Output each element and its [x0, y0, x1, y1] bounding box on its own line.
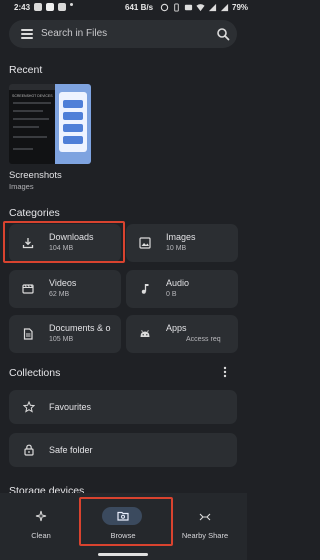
category-audio[interactable]: Audio 0 B	[126, 270, 238, 308]
thumbnail-line	[13, 126, 39, 128]
recent-screenshot-thumbnail[interactable]: SCREENSHOT DEVICES	[9, 84, 91, 164]
thumbnail-toolbar	[9, 84, 55, 90]
category-documents[interactable]: Documents & o 105 MB	[9, 315, 121, 353]
nearby-share-icon	[199, 513, 211, 521]
collection-favourites[interactable]: Favourites	[9, 390, 237, 424]
signal-icon	[208, 3, 217, 12]
search-icon[interactable]	[216, 27, 230, 41]
nav-nearby-share[interactable]: Nearby Share	[164, 497, 246, 557]
thumbnail-line	[13, 118, 49, 120]
category-size: 62 MB	[49, 291, 70, 298]
wifi-icon	[196, 4, 205, 12]
recent-item-subtitle: Images	[9, 182, 34, 191]
gesture-home-bar[interactable]	[98, 553, 148, 556]
network-speed: 641 B/s	[125, 3, 154, 12]
sparkle-icon	[35, 510, 47, 522]
collection-label: Safe folder	[49, 445, 93, 455]
collection-safe-folder[interactable]: Safe folder	[9, 433, 237, 467]
category-apps[interactable]: Apps Access req	[126, 315, 238, 353]
alarm-icon	[160, 3, 169, 12]
thumbnail-title: SCREENSHOT DEVICES	[12, 94, 53, 98]
browse-highlight	[79, 497, 173, 546]
category-size: 0 B	[166, 291, 177, 298]
recent-item-title: Screenshots	[9, 170, 62, 181]
more-options-icon[interactable]	[221, 366, 229, 378]
search-placeholder: Search in Files	[41, 28, 108, 39]
menu-icon[interactable]	[21, 29, 33, 39]
image-icon	[139, 237, 151, 249]
category-label: Audio	[166, 278, 190, 288]
status-time: 2:43	[14, 3, 31, 12]
nav-clean[interactable]: Clean	[0, 497, 82, 557]
video-icon	[22, 284, 34, 294]
android-icon	[140, 330, 150, 337]
thumbnail-phone-mock	[59, 92, 87, 152]
thumbnail-line	[13, 110, 43, 112]
thumbnail-line	[13, 102, 51, 104]
volte-icon	[184, 4, 193, 11]
category-videos[interactable]: Videos 62 MB	[9, 270, 121, 308]
search-bar[interactable]: Search in Files	[9, 20, 237, 48]
mail-notification-icon	[58, 3, 66, 11]
collection-label: Favourites	[49, 402, 92, 412]
document-icon	[23, 328, 33, 340]
category-size: Access req	[186, 336, 221, 343]
collections-heading: Collections	[9, 367, 61, 379]
categories-heading: Categories	[9, 207, 60, 219]
category-size: 105 MB	[49, 336, 74, 343]
gallery-notification-icon	[34, 3, 42, 11]
nav-label: Clean	[31, 531, 51, 540]
music-note-icon	[141, 284, 149, 294]
star-icon	[23, 401, 35, 413]
category-label: Images	[166, 232, 196, 242]
status-bar: 2:43 641 B/s 79%	[0, 0, 249, 16]
youtube-notification-icon	[46, 3, 54, 11]
more-notifications-icon	[70, 3, 73, 6]
category-label: Videos	[49, 278, 77, 288]
lock-icon	[24, 444, 34, 456]
signal-2-icon	[220, 3, 229, 12]
thumbnail-line	[13, 148, 33, 150]
category-images[interactable]: Images 10 MB	[126, 224, 238, 262]
thumbnail-line	[13, 136, 47, 138]
battery-percent: 79%	[232, 3, 249, 12]
vibrate-icon	[174, 3, 179, 12]
downloads-highlight	[3, 221, 125, 263]
nav-label: Nearby Share	[181, 531, 229, 540]
category-label: Documents & o	[49, 323, 111, 333]
recent-heading: Recent	[9, 64, 43, 76]
category-label: Apps	[166, 323, 187, 333]
category-size: 10 MB	[166, 245, 187, 252]
